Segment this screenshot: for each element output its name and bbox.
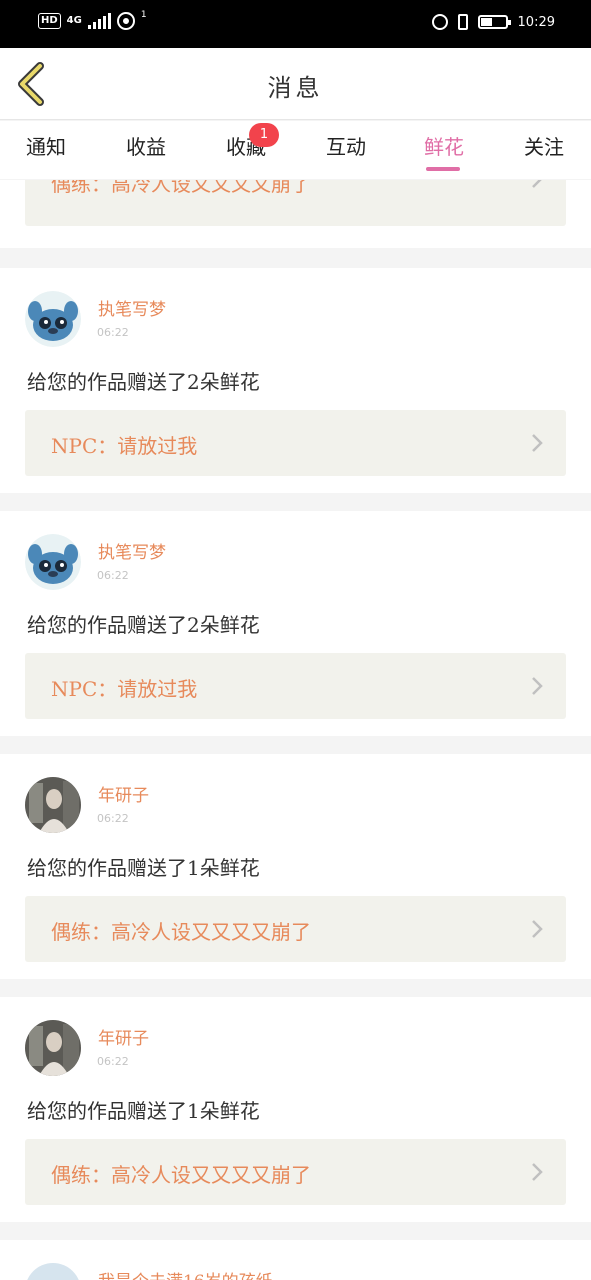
timestamp: 06:22 xyxy=(97,569,129,582)
network-type: 4G xyxy=(66,15,82,26)
avatar[interactable] xyxy=(25,1263,81,1280)
chevron-right-icon xyxy=(532,1163,543,1181)
tab-interactions[interactable]: 互动 xyxy=(311,131,381,160)
app-header: 消息 xyxy=(0,48,591,120)
work-reference[interactable]: NPC：请放过我 xyxy=(25,653,566,719)
avatar[interactable] xyxy=(25,534,81,590)
message-card: 执笔写梦 06:22 给您的作品赠送了2朵鲜花 NPC：请放过我 xyxy=(0,511,591,736)
message-card: 执笔写梦 06:22 给您的作品赠送了2朵鲜花 NPC：请放过我 xyxy=(0,268,591,493)
work-reference[interactable]: 偶练：高冷人设又又又又崩了 xyxy=(25,896,566,962)
battery-icon xyxy=(477,15,511,29)
page-title: 消息 xyxy=(267,74,324,102)
message-card: 年研子 06:22 给您的作品赠送了1朵鲜花 偶练：高冷人设又又又又崩了 xyxy=(0,754,591,979)
work-title: 偶练：高冷人设又又又又崩了 xyxy=(51,1163,311,1187)
status-right: 10:29 xyxy=(431,14,555,30)
sender-name[interactable]: 年研子 xyxy=(98,1024,149,1049)
avatar[interactable] xyxy=(25,777,81,833)
tab-label: 关注 xyxy=(524,135,564,159)
work-reference[interactable]: 偶练：高冷人设又又又又崩了 xyxy=(25,1139,566,1205)
tab-label: 互动 xyxy=(326,135,366,159)
work-title: 偶练：高冷人设又又又又崩了 xyxy=(51,920,311,944)
alarm-icon xyxy=(431,14,448,30)
tab-bar: 通知 收益 收藏 1 互动 鲜花 关注 xyxy=(0,121,591,179)
tab-flowers[interactable]: 鲜花 xyxy=(409,131,479,171)
battery-level xyxy=(480,18,493,26)
flower-message-feed: 偶练：高冷人设又又又又崩了 执笔写梦 06:22 给您的作品赠送了2朵鲜花 NP… xyxy=(0,180,591,1280)
tab-following[interactable]: 关注 xyxy=(509,131,579,160)
photo-avatar-icon xyxy=(25,777,81,833)
tab-label: 收益 xyxy=(126,135,166,159)
chevron-right-icon xyxy=(532,180,542,188)
unread-badge: 1 xyxy=(249,123,279,147)
work-reference[interactable]: NPC：请放过我 xyxy=(25,410,566,476)
tab-earnings[interactable]: 收益 xyxy=(111,131,181,160)
timestamp: 06:22 xyxy=(97,326,129,339)
message-card: 年研子 06:22 给您的作品赠送了1朵鲜花 偶练：高冷人设又又又又崩了 xyxy=(0,997,591,1222)
gift-message: 给您的作品赠送了1朵鲜花 xyxy=(27,856,260,880)
tab-favorites[interactable]: 收藏 1 xyxy=(211,123,281,160)
sender-name[interactable]: 执笔写梦 xyxy=(98,538,166,563)
gift-message: 给您的作品赠送了2朵鲜花 xyxy=(27,613,260,637)
clock: 10:29 xyxy=(517,14,555,30)
photo-avatar-icon xyxy=(25,1020,81,1076)
tab-notifications[interactable]: 通知 xyxy=(11,131,81,160)
sender-name[interactable]: 我是个未满16岁的孩纸 xyxy=(98,1267,273,1280)
work-title: NPC：请放过我 xyxy=(51,677,198,701)
tab-label: 通知 xyxy=(26,135,66,159)
status-left: HD 4G 1 xyxy=(38,10,147,30)
avatar[interactable] xyxy=(25,291,81,347)
blue-creature-avatar-icon xyxy=(25,534,81,590)
tab-label: 鲜花 xyxy=(424,135,464,159)
chevron-right-icon xyxy=(532,434,543,452)
status-bar: HD 4G 1 10:29 xyxy=(0,0,591,48)
active-tab-indicator xyxy=(426,167,460,171)
avatar[interactable] xyxy=(25,1020,81,1076)
notification-count: 1 xyxy=(140,10,147,20)
work-reference[interactable]: 偶练：高冷人设又又又又崩了 xyxy=(25,180,566,226)
sender-name[interactable]: 年研子 xyxy=(98,781,149,806)
blue-creature-avatar-icon xyxy=(25,291,81,347)
hotspot-icon xyxy=(116,12,135,30)
message-card: 偶练：高冷人设又又又又崩了 xyxy=(0,180,591,248)
chevron-right-icon xyxy=(532,677,543,695)
vibrate-icon xyxy=(457,14,468,30)
timestamp: 06:22 xyxy=(97,1055,129,1068)
signal-icon xyxy=(87,13,111,29)
gift-message: 给您的作品赠送了2朵鲜花 xyxy=(27,370,260,394)
sender-name[interactable]: 执笔写梦 xyxy=(98,295,166,320)
gift-message: 给您的作品赠送了1朵鲜花 xyxy=(27,1099,260,1123)
work-title: NPC：请放过我 xyxy=(51,434,198,458)
hd-icon: HD xyxy=(38,13,61,29)
timestamp: 06:22 xyxy=(97,812,129,825)
message-card: 我是个未满16岁的孩纸 xyxy=(0,1240,591,1280)
work-title: 偶练：高冷人设又又又又崩了 xyxy=(51,180,311,196)
chevron-right-icon xyxy=(532,920,543,938)
